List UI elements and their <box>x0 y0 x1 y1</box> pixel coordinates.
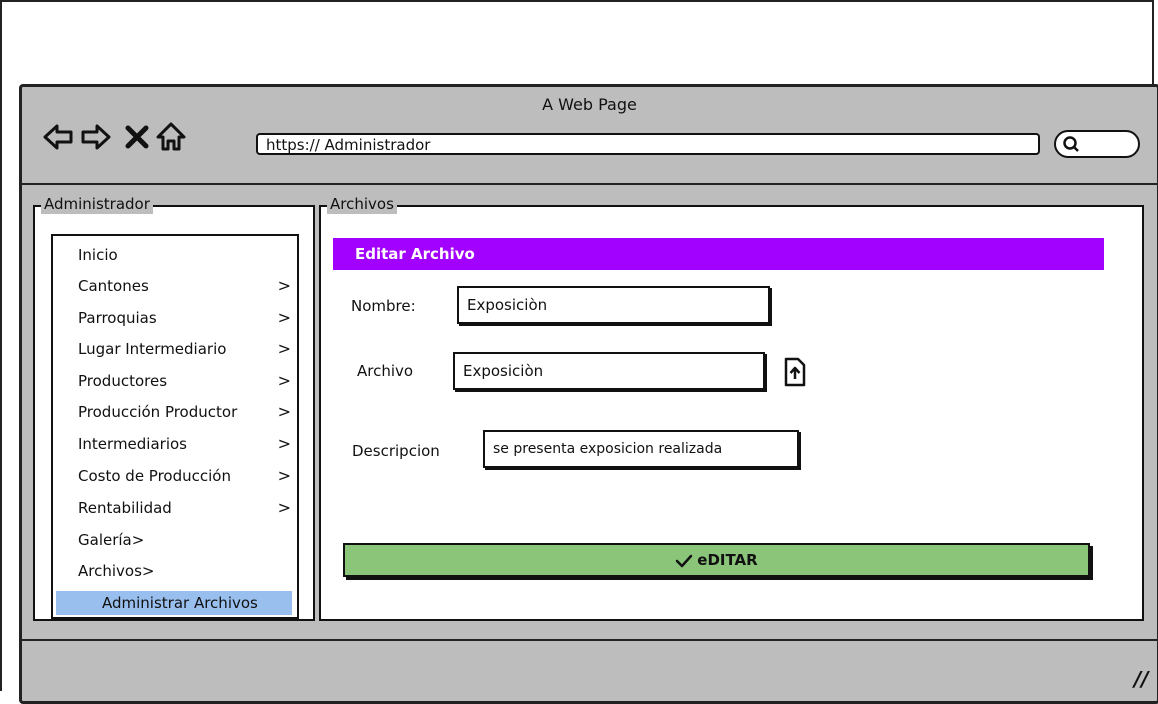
forward-arrow-icon[interactable] <box>80 121 112 153</box>
chevron-right-icon: > <box>277 402 291 421</box>
chevron-right-icon: > <box>277 276 291 295</box>
sidebar-item-intermediarios[interactable]: Intermediarios > <box>53 432 295 456</box>
sidebar-item-inicio[interactable]: Inicio <box>53 243 295 267</box>
archivo-input[interactable]: Exposiciòn <box>453 352 765 390</box>
toolbar-divider <box>22 183 1157 185</box>
archivo-label: Archivo <box>357 362 414 380</box>
nombre-input[interactable]: Exposiciòn <box>457 286 770 324</box>
url-bar[interactable]: https:// Administrador <box>256 133 1040 155</box>
sidebar-item-productores[interactable]: Productores > <box>53 369 295 393</box>
back-arrow-icon[interactable] <box>42 121 74 153</box>
checkmark-icon <box>676 554 693 567</box>
window-title: A Web Page <box>542 95 637 114</box>
chevron-right-icon: > <box>277 498 291 517</box>
sidebar-panel: Administrador Inicio Cantones > Parroquia… <box>33 194 315 621</box>
resize-grip-icon[interactable]: // <box>1134 667 1149 691</box>
chevron-right-icon: > <box>277 371 291 390</box>
chevron-right-icon: > <box>277 434 291 453</box>
sidebar-item-administrar-archivos[interactable]: Administrar Archivos <box>56 591 292 615</box>
sidebar-item-produccion-productor[interactable]: Producción Productor > <box>53 400 295 424</box>
main-panel: Archivos Editar Archivo Nombre: Exposici… <box>319 194 1144 621</box>
sidebar-item-lugar-intermediario[interactable]: Lugar Intermediario > <box>53 337 295 361</box>
home-icon[interactable] <box>155 121 187 153</box>
sidebar-item-costo-produccion[interactable]: Costo de Producción > <box>53 464 295 488</box>
sidebar-item-galeria[interactable]: Galería> <box>53 528 295 552</box>
descripcion-label: Descripcion <box>352 442 440 460</box>
sidebar-item-cantones[interactable]: Cantones > <box>53 274 295 298</box>
sidebar-item-parroquias[interactable]: Parroquias > <box>53 306 295 330</box>
descripcion-input[interactable]: se presenta exposicion realizada <box>483 430 799 468</box>
file-upload-icon[interactable] <box>784 357 806 387</box>
browser-window: A Web Page https:// Administrador Admini… <box>19 84 1158 704</box>
chevron-right-icon: > <box>277 308 291 327</box>
close-x-icon[interactable] <box>121 121 153 153</box>
sidebar-item-archivos[interactable]: Archivos> <box>53 559 295 583</box>
chevron-right-icon: > <box>277 339 291 358</box>
nombre-label: Nombre: <box>351 297 416 315</box>
search-icon <box>1063 136 1079 152</box>
search-box[interactable] <box>1054 130 1140 158</box>
sidebar-item-rentabilidad[interactable]: Rentabilidad > <box>53 496 295 520</box>
status-divider <box>22 639 1157 641</box>
chevron-right-icon: > <box>277 466 291 485</box>
sidebar-title: Administrador <box>41 194 153 214</box>
main-panel-title: Archivos <box>327 194 397 214</box>
edit-button[interactable]: eDITAR <box>343 543 1090 577</box>
edit-file-header: Editar Archivo <box>333 238 1104 270</box>
sidebar-menu: Inicio Cantones > Parroquias > Lugar Inter… <box>51 234 299 619</box>
